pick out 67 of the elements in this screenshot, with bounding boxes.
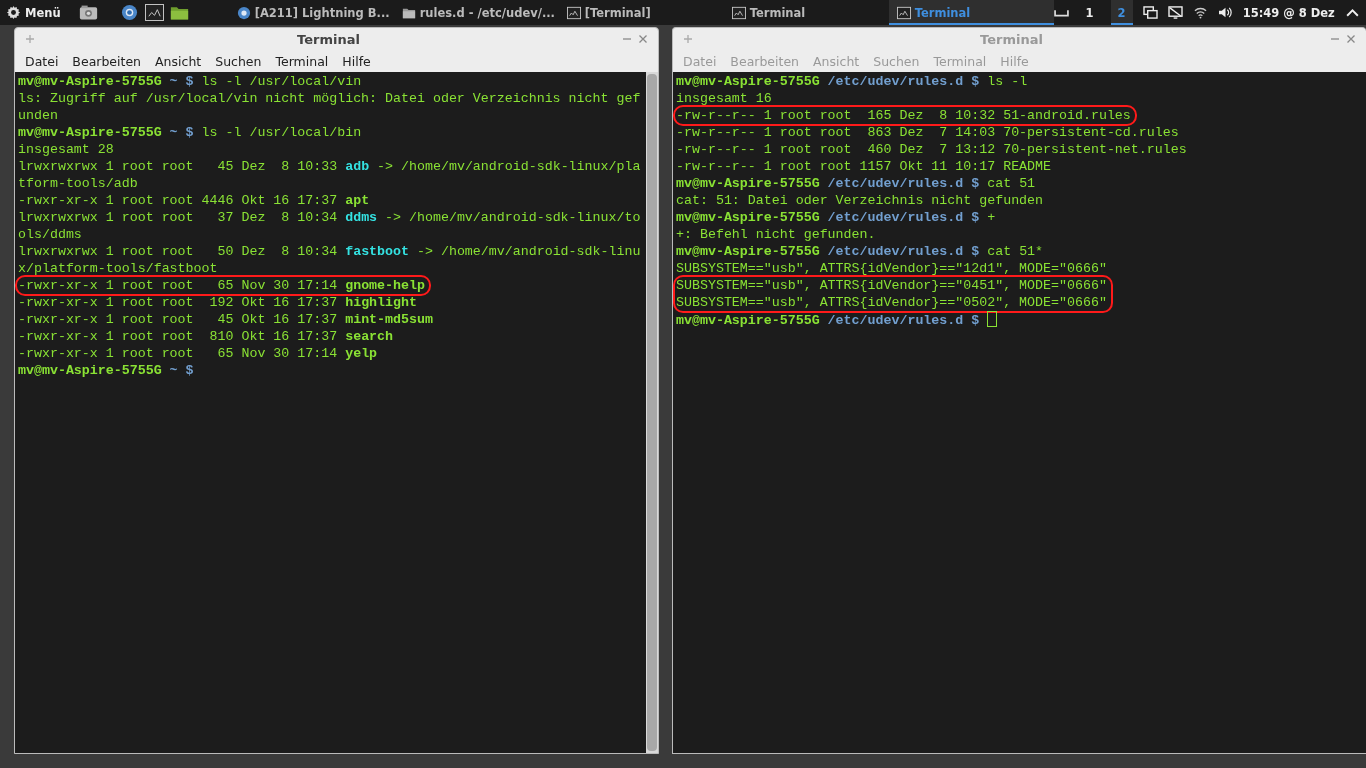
window-title: Terminal bbox=[979, 31, 1044, 47]
wifi-icon[interactable] bbox=[1192, 6, 1208, 19]
terminal-line: cat: 51: Datei oder Verzeichnis nicht gefunden bbox=[676, 192, 1044, 209]
taskbar-button[interactable]: rules.d - /etc/udev/... bbox=[393, 0, 559, 25]
terminal-line: lrwxrwxrwx 1 root root 45 Dez 8 10:33 adb -> /home/mv/android-sdk-linux/pla bbox=[18, 158, 641, 175]
caret-up-icon[interactable] bbox=[1344, 6, 1360, 19]
terminal-line: SUBSYSTEM=="usb", ATTRS{idVendor}=="12d1", MODE="0666" bbox=[676, 260, 1107, 277]
display-icon[interactable] bbox=[1167, 6, 1183, 19]
terminal-line: SUBSYSTEM=="usb", ATTRS{idVendor}=="0451", MODE="0666" bbox=[673, 275, 1113, 294]
windows-icon[interactable] bbox=[1142, 6, 1158, 19]
workspace-button[interactable]: 1 bbox=[1078, 0, 1101, 25]
menu-item[interactable]: Ansicht bbox=[155, 53, 202, 69]
camera-icon[interactable] bbox=[78, 4, 98, 21]
terminal-line: lrwxrwxrwx 1 root root 37 Dez 8 10:34 ddms -> /home/mv/android-sdk-linux/to bbox=[18, 209, 641, 226]
close-icon[interactable] bbox=[1346, 34, 1356, 44]
terminal-line: x/platform-tools/fastboot bbox=[18, 260, 218, 277]
terminal-icon bbox=[896, 5, 911, 20]
menu-button[interactable]: Menü bbox=[0, 0, 67, 25]
terminal-line: insgesamt 16 bbox=[676, 90, 772, 107]
terminal-icon bbox=[731, 5, 746, 20]
terminal-line: mv@mv-Aspire-5755G /etc/udev/rules.d $ bbox=[676, 311, 998, 329]
gear-icon bbox=[6, 5, 21, 20]
terminal-line: mv@mv-Aspire-5755G /etc/udev/rules.d $ + bbox=[676, 209, 996, 226]
globe-icon bbox=[236, 5, 251, 20]
folder-icon[interactable] bbox=[169, 4, 189, 21]
terminal-line: -rwxr-xr-x 1 root root 4446 Okt 16 17:37 apt bbox=[18, 192, 370, 209]
terminal-line: mv@mv-Aspire-5755G /etc/udev/rules.d $ ls -l bbox=[676, 73, 1028, 90]
terminal-line: mv@mv-Aspire-5755G /etc/udev/rules.d $ cat 51 bbox=[676, 175, 1036, 192]
terminal-line: ols/ddms bbox=[18, 226, 82, 243]
terminal-line: insgesamt 28 bbox=[18, 141, 114, 158]
terminal-line: -rw-r--r-- 1 root root 460 Dez 7 13:12 70-persistent-net.rules bbox=[676, 141, 1187, 158]
taskbar-button[interactable]: Terminal bbox=[888, 0, 1054, 25]
menu-item[interactable]: Hilfe bbox=[342, 53, 371, 69]
menu-item[interactable]: Terminal bbox=[275, 53, 329, 69]
window-title: Terminal bbox=[296, 31, 361, 47]
close-icon[interactable] bbox=[638, 34, 648, 44]
terminal-line: mv@mv-Aspire-5755G ~ $ ls -l /usr/local/vin bbox=[18, 73, 362, 90]
terminal-line: -rw-r--r-- 1 root root 863 Dez 7 14:03 70-persistent-cd.rules bbox=[676, 124, 1179, 141]
terminal-line: mv@mv-Aspire-5755G /etc/udev/rules.d $ cat 51* bbox=[676, 243, 1044, 260]
taskbar-button[interactable]: [A211] Lightning B... bbox=[228, 0, 394, 25]
terminal-icon[interactable] bbox=[144, 4, 164, 21]
terminal-line: -rwxr-xr-x 1 root root 45 Okt 16 17:37 mint-md5sum bbox=[18, 311, 433, 328]
terminal-line: ls: Zugriff auf /usr/local/vin nicht möglich: Datei oder Verzeichnis nicht gef bbox=[18, 90, 641, 107]
terminal-line: unden bbox=[18, 107, 58, 124]
terminal-line: mv@mv-Aspire-5755G ~ $ ls -l /usr/local/bin bbox=[18, 124, 362, 141]
terminal-line: -rwxr-xr-x 1 root root 810 Okt 16 17:37 search bbox=[18, 328, 394, 345]
menu-item[interactable]: Bearbeiten bbox=[72, 53, 142, 69]
terminal-line: mv@mv-Aspire-5755G ~ $ bbox=[18, 362, 194, 379]
workspace-button[interactable]: 2 bbox=[1110, 0, 1133, 25]
taskbar-button[interactable]: [Terminal] bbox=[558, 0, 724, 25]
scrollbar[interactable] bbox=[646, 72, 658, 753]
menu-item[interactable]: Datei bbox=[25, 53, 59, 69]
terminal-line: -rwxr-xr-x 1 root root 192 Okt 16 17:37 highlight bbox=[18, 294, 417, 311]
terminal-line: -rw-r--r-- 1 root root 165 Dez 8 10:32 51-android.rules bbox=[673, 105, 1137, 126]
terminal-line: -rwxr-xr-x 1 root root 65 Nov 30 17:14 yelp bbox=[18, 345, 378, 362]
globe-icon[interactable] bbox=[119, 4, 139, 21]
terminal-line: -rw-r--r-- 1 root root 1157 Okt 11 10:17 README bbox=[676, 158, 1052, 175]
menu-item[interactable]: Suchen bbox=[215, 53, 262, 69]
terminal-line: -rwxr-xr-x 1 root root 65 Nov 30 17:14 gnome-help bbox=[15, 275, 431, 296]
volume-icon[interactable] bbox=[1217, 6, 1233, 19]
terminal-line: tform-tools/adb bbox=[18, 175, 138, 192]
terminal-line: +: Befehl nicht gefunden. bbox=[676, 226, 876, 243]
terminal-line: lrwxrwxrwx 1 root root 50 Dez 8 10:34 fastboot -> /home/mv/android-sdk-linu bbox=[18, 243, 641, 260]
terminal-icon bbox=[566, 5, 581, 20]
terminal-line: SUBSYSTEM=="usb", ATTRS{idVendor}=="0502", MODE="0666" bbox=[673, 294, 1113, 313]
clock[interactable]: 15:49 @ 8 Dez bbox=[1242, 5, 1335, 20]
taskbar-button[interactable]: Terminal bbox=[723, 0, 889, 25]
